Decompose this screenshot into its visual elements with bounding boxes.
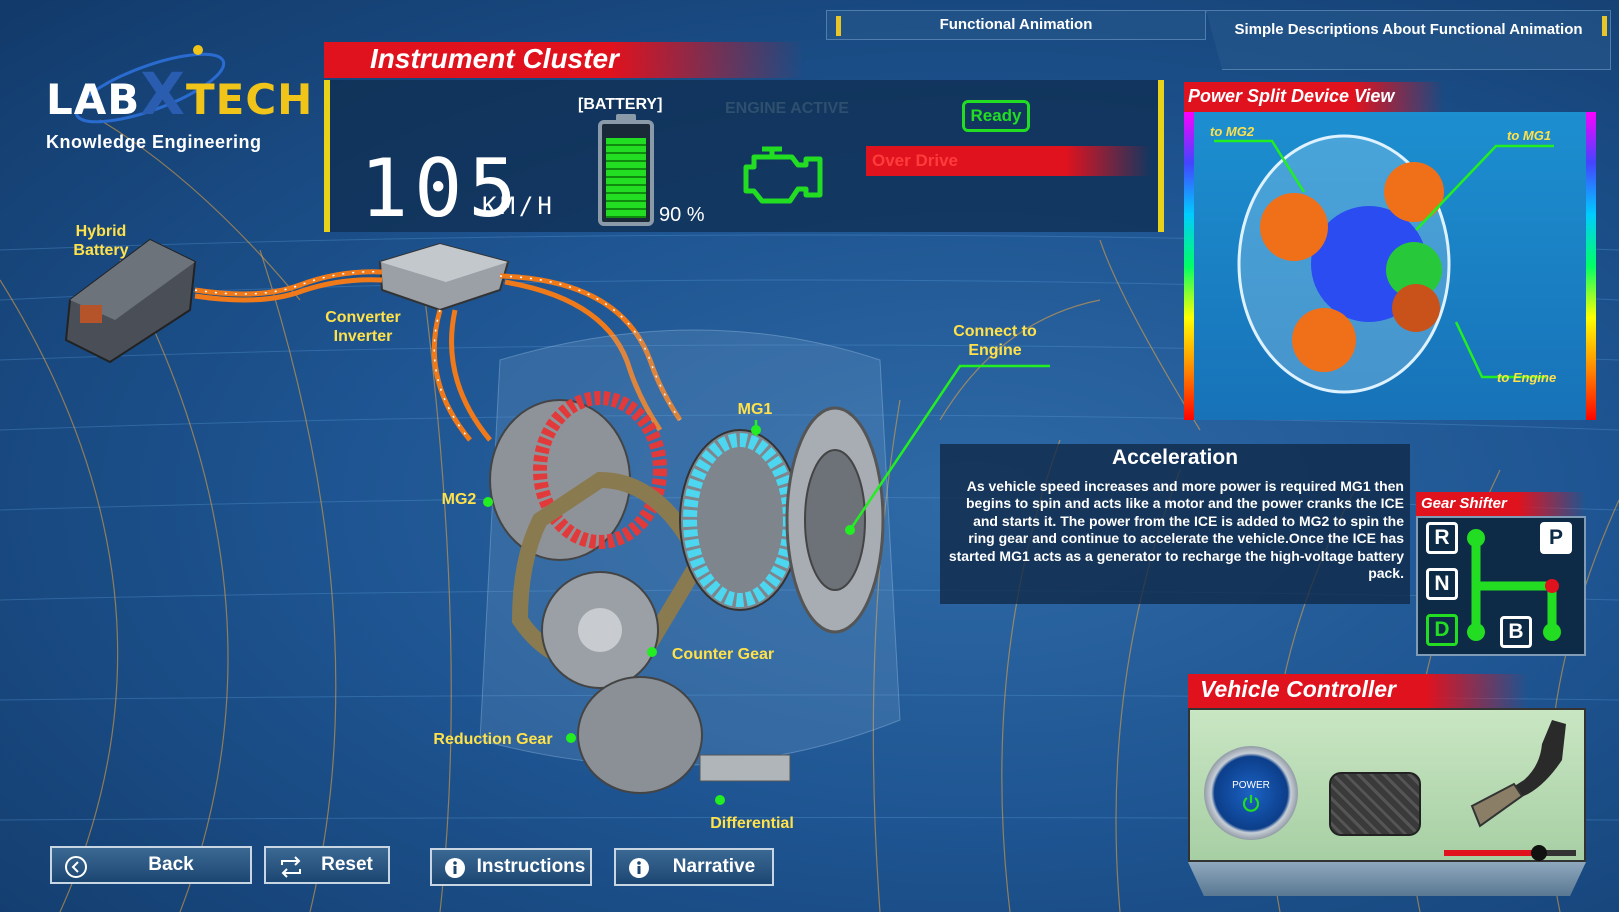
to-engine-label: to Engine bbox=[1497, 370, 1557, 385]
reset-loop-icon bbox=[281, 856, 301, 878]
power-split-title: Power Split Device View bbox=[1188, 86, 1395, 106]
throttle-slider[interactable] bbox=[1444, 845, 1576, 861]
converter-inverter-model bbox=[378, 242, 510, 312]
instructions-button-label: Instructions bbox=[476, 856, 586, 877]
description-text: As vehicle speed increases and more powe… bbox=[948, 478, 1404, 582]
reset-button[interactable]: Reset bbox=[264, 846, 390, 884]
converter-inverter-label: Converter Inverter bbox=[325, 309, 401, 345]
info-icon bbox=[445, 858, 465, 878]
vehicle-controller-base bbox=[1188, 862, 1586, 896]
reset-button-label: Reset bbox=[321, 854, 373, 875]
connect-engine-label: Connect to Engine bbox=[953, 323, 1037, 359]
differential-label: Differential bbox=[710, 815, 794, 832]
throttle-knob[interactable] bbox=[1531, 845, 1548, 861]
instructions-button[interactable]: Instructions bbox=[430, 848, 592, 886]
back-arrow-icon bbox=[65, 856, 87, 878]
narrative-button-label: Narrative bbox=[672, 856, 756, 877]
to-mg2-label: to MG2 bbox=[1210, 124, 1255, 139]
hybrid-battery-label: Hybrid Battery bbox=[73, 223, 129, 259]
description-title: Acceleration bbox=[1111, 446, 1239, 469]
back-button-label: Back bbox=[148, 854, 194, 875]
narrative-button[interactable]: Narrative bbox=[614, 848, 774, 886]
info-icon bbox=[629, 858, 649, 878]
gear-n-button[interactable]: N bbox=[1426, 568, 1458, 600]
throttle-fill bbox=[1444, 850, 1540, 856]
vehicle-controller-title: Vehicle Controller bbox=[1200, 676, 1396, 702]
gear-p-button[interactable]: P bbox=[1540, 522, 1572, 554]
back-button[interactable]: Back bbox=[50, 846, 252, 884]
to-mg1-label: to MG1 bbox=[1507, 128, 1552, 143]
reduction-gear-label: Reduction Gear bbox=[433, 731, 553, 748]
accelerator-pedal[interactable] bbox=[1466, 714, 1576, 834]
gear-b-button[interactable]: B bbox=[1500, 616, 1532, 648]
power-button[interactable]: POWER bbox=[1204, 746, 1298, 840]
gear-shifter-title: Gear Shifter bbox=[1421, 495, 1507, 512]
gear-r-button[interactable]: R bbox=[1426, 522, 1458, 554]
brake-pedal[interactable] bbox=[1329, 772, 1421, 836]
mg2-label: MG2 bbox=[441, 491, 477, 508]
power-button-label: POWER bbox=[1232, 780, 1270, 791]
counter-gear-label: Counter Gear bbox=[671, 646, 775, 663]
mg1-label: MG1 bbox=[737, 401, 773, 418]
gear-d-button[interactable]: D bbox=[1426, 614, 1458, 646]
power-icon bbox=[1242, 795, 1260, 812]
